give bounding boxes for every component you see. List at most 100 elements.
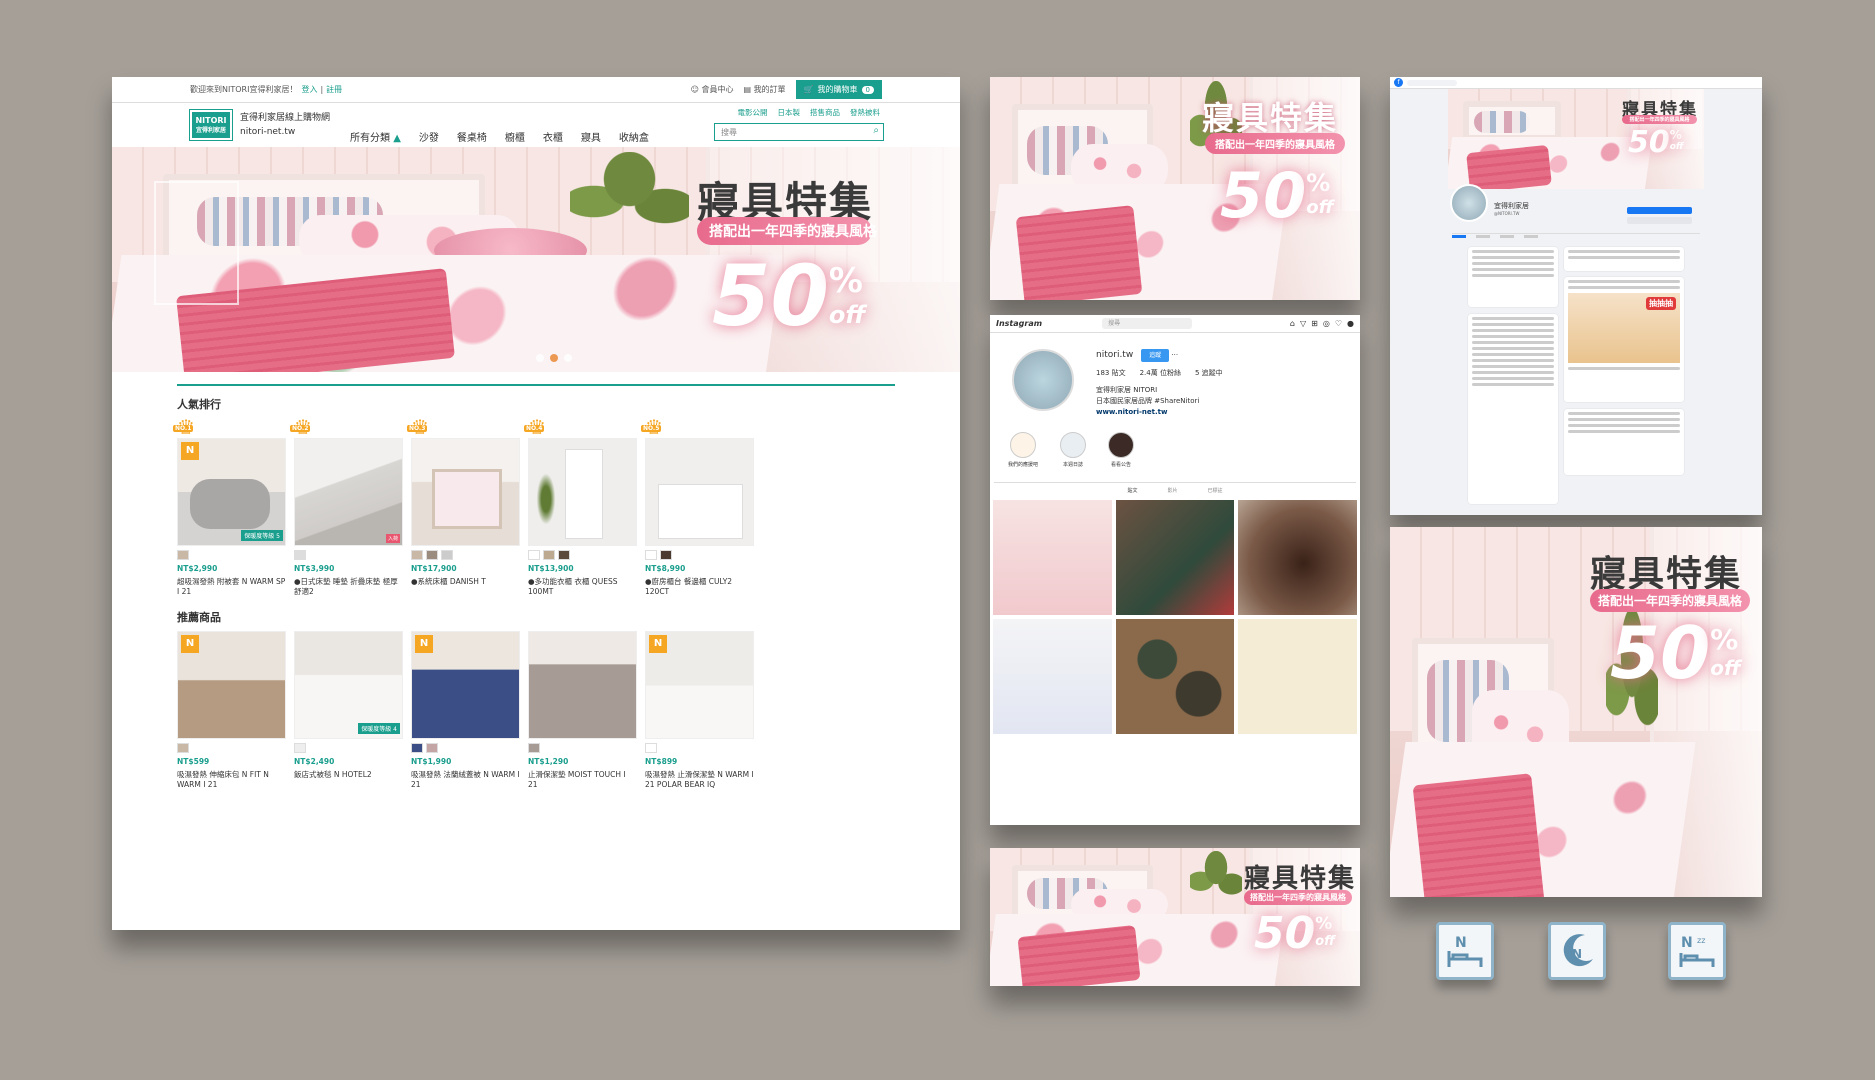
highlight-item[interactable]: 本週日誌 — [1060, 432, 1087, 468]
header-link[interactable]: 日本製 — [778, 107, 801, 118]
instagram-logo[interactable]: Instagram — [996, 319, 1042, 328]
highlight-item[interactable]: 看看公告 — [1108, 432, 1135, 468]
product-card[interactable]: ♛NO.2 入荷 NT$3,990 ●日式床墊 睡墊 折疊床墊 極厚舒適2 — [289, 417, 403, 597]
orders-link[interactable]: ▤ 我的訂單 — [743, 84, 785, 95]
bio-link[interactable]: www.nitori-net.tw — [1096, 407, 1223, 418]
swatch[interactable] — [411, 743, 423, 753]
product-card[interactable]: ♛NO.3 NT$17,900 ●系統床櫃 DANISH T — [406, 417, 520, 597]
product-card[interactable]: ♛NO.5 NT$8,990 ●廚房櫃台 餐邊櫃 CULY2 120CT — [640, 417, 754, 597]
search-input[interactable]: 搜尋 ⌕ — [714, 123, 884, 141]
product-card[interactable]: NT$1,290 止滑保潔墊 MOIST TOUCH I 21 — [528, 631, 637, 790]
product-image[interactable]: 保暖度等級 4 — [294, 631, 403, 739]
cart-button[interactable]: 🛒 我的購物車 0 — [795, 80, 882, 99]
carousel-dot[interactable] — [564, 354, 572, 362]
avatar[interactable] — [1012, 349, 1074, 411]
avatar[interactable] — [1450, 184, 1488, 222]
header-link[interactable]: 搭售商品 — [810, 107, 840, 118]
facebook-logo[interactable]: f — [1394, 78, 1403, 87]
nav-storage[interactable]: 收納盒 — [619, 129, 649, 144]
nav-all-categories[interactable]: 所有分類 ▲ — [350, 129, 401, 144]
explore-icon[interactable]: ◎ — [1323, 319, 1330, 328]
swatch[interactable] — [426, 550, 438, 560]
product-name[interactable]: 吸濕發熱 伸縮床包 N FIT N WARM I 21 — [177, 770, 286, 790]
register-link[interactable]: 註冊 — [326, 84, 342, 95]
member-center-link[interactable]: ☺ 會員中心 — [691, 84, 734, 95]
nitori-logo[interactable]: NITORI 宜得利家居 — [189, 109, 233, 141]
followers-count[interactable]: 2.4萬 位粉絲 — [1140, 368, 1181, 379]
product-name[interactable]: 止滑保潔墊 MOIST TOUCH I 21 — [528, 770, 637, 790]
carousel-dot[interactable] — [536, 354, 544, 362]
tab-tagged[interactable]: 已標註 — [1208, 487, 1223, 494]
swatch[interactable] — [528, 550, 540, 560]
tab-videos[interactable]: 影片 — [1167, 487, 1177, 494]
fb-tab[interactable] — [1476, 235, 1490, 238]
login-link[interactable]: 登入 — [301, 84, 317, 95]
home-icon[interactable]: ⌂ — [1290, 319, 1295, 328]
following-count[interactable]: 5 追蹤中 — [1195, 368, 1223, 379]
search-input[interactable]: 搜尋 — [1102, 318, 1193, 329]
swatch[interactable] — [411, 550, 423, 560]
product-name[interactable]: ●系統床櫃 DANISH T — [411, 577, 520, 587]
fb-tab[interactable] — [1500, 235, 1514, 238]
product-card[interactable]: ♛NO.4 NT$13,900 ●多功能衣櫃 衣櫃 QUESS 100MT — [523, 417, 637, 597]
swatch[interactable] — [528, 743, 540, 753]
nav-sofa[interactable]: 沙發 — [419, 129, 439, 144]
heart-icon[interactable]: ♡ — [1335, 319, 1342, 328]
swatch[interactable] — [645, 550, 657, 560]
ig-post[interactable] — [993, 619, 1112, 734]
cover-photo[interactable]: 寢具特集 搭配出一年四季的寢具風格 50% off — [1448, 89, 1704, 189]
nav-bedding[interactable]: 寢具 — [581, 129, 601, 144]
product-image[interactable]: N — [645, 631, 754, 739]
hero-banner[interactable]: 寢具特集 搭配出一年四季的寢具風格 50% off — [112, 147, 960, 372]
product-card[interactable]: N NT$1,990 吸濕發熱 法蘭絨蓋被 N WARM I 21 — [411, 631, 520, 790]
product-image[interactable]: N 保暖度等級 5 — [177, 438, 286, 546]
add-icon[interactable]: ⊞ — [1311, 319, 1318, 328]
product-card[interactable]: N NT$599 吸濕發熱 伸縮床包 N FIT N WARM I 21 — [177, 631, 286, 790]
nav-wardrobe[interactable]: 衣櫃 — [543, 129, 563, 144]
send-icon[interactable]: ▽ — [1300, 319, 1306, 328]
tab-posts[interactable]: 貼文 — [1127, 487, 1137, 494]
nav-dining[interactable]: 餐桌椅 — [457, 129, 487, 144]
product-image[interactable]: N — [411, 631, 520, 739]
fb-tab[interactable] — [1452, 235, 1466, 238]
product-name[interactable]: 飯店式被毯 N HOTEL2 — [294, 770, 403, 780]
product-image[interactable] — [411, 438, 520, 546]
product-card[interactable]: N NT$899 吸濕發熱 止滑保潔墊 N WARM I 21 POLAR BE… — [645, 631, 754, 790]
swatch[interactable] — [177, 743, 189, 753]
avatar[interactable]: ● — [1347, 319, 1354, 328]
product-name[interactable]: ●日式床墊 睡墊 折疊床墊 極厚舒適2 — [294, 577, 403, 597]
swatch[interactable] — [441, 550, 453, 560]
follow-button[interactable]: 追蹤 — [1141, 349, 1170, 362]
swatch[interactable] — [660, 550, 672, 560]
product-image[interactable]: 入荷 — [294, 438, 403, 546]
product-image[interactable] — [528, 438, 637, 546]
nav-cabinet[interactable]: 櫥櫃 — [505, 129, 525, 144]
product-name[interactable]: 吸濕發熱 止滑保潔墊 N WARM I 21 POLAR BEAR IQ — [645, 770, 754, 790]
highlight-item[interactable]: 我們的應援吧 — [1008, 432, 1038, 468]
swatch[interactable] — [558, 550, 570, 560]
ig-post[interactable] — [1238, 500, 1357, 615]
header-link[interactable]: 發熱被料 — [850, 107, 880, 118]
product-name[interactable]: ●多功能衣櫃 衣櫃 QUESS 100MT — [528, 577, 637, 597]
more-icon[interactable]: ··· — [1171, 351, 1178, 359]
product-card[interactable]: 保暖度等級 4 NT$2,490 飯店式被毯 N HOTEL2 — [294, 631, 403, 790]
search-input[interactable] — [1407, 79, 1457, 86]
swatch[interactable] — [543, 550, 555, 560]
ig-post[interactable] — [1238, 619, 1357, 734]
product-image[interactable]: N — [177, 631, 286, 739]
swatch[interactable] — [177, 550, 189, 560]
header-link[interactable]: 電影公開 — [738, 107, 768, 118]
ig-post[interactable] — [1115, 619, 1235, 734]
product-image[interactable] — [528, 631, 637, 739]
ig-post[interactable] — [993, 500, 1112, 615]
product-name[interactable]: 吸濕發熱 法蘭絨蓋被 N WARM I 21 — [411, 770, 520, 790]
fb-create-post[interactable] — [1564, 247, 1684, 271]
product-name[interactable]: ●廚房櫃台 餐邊櫃 CULY2 120CT — [645, 577, 754, 597]
product-name[interactable]: 超吸濕發熱 附被套 N WARM SP I 21 — [177, 577, 286, 597]
post-image[interactable]: 抽抽抽 — [1568, 293, 1680, 363]
swatch[interactable] — [294, 550, 306, 560]
search-icon[interactable]: ⌕ — [873, 125, 879, 136]
swatch[interactable] — [426, 743, 438, 753]
fb-secondary-button[interactable] — [1627, 217, 1692, 224]
carousel-dot-active[interactable] — [550, 354, 558, 362]
